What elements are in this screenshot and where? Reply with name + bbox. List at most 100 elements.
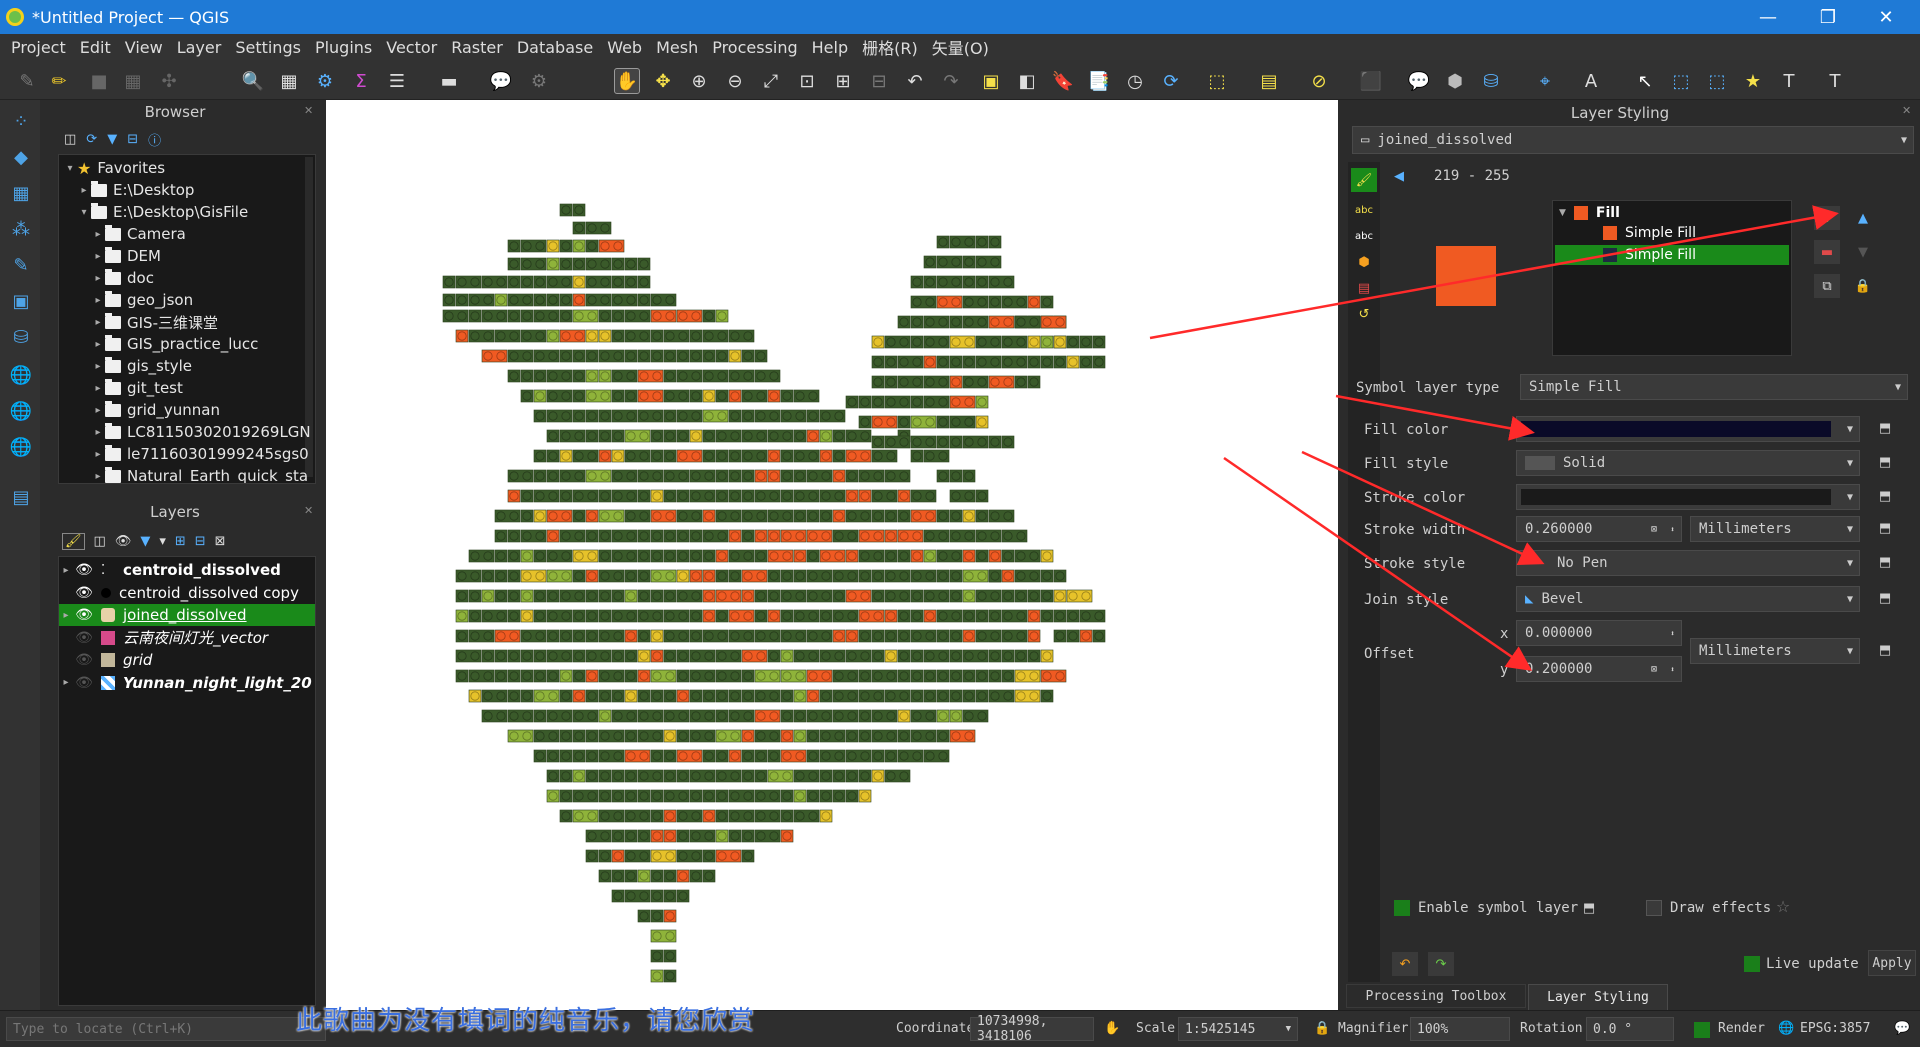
menu-settings[interactable]: Settings [230,38,310,57]
zoom-in-icon[interactable]: ⊕ [686,68,712,94]
layers-tree[interactable]: ▸ 👁 ⁚ centroid_dissolved 👁 centroid_dissolved… [58,556,316,1006]
offset-y-spinbox[interactable]: 0.200000 ⊠ ⬍ [1516,656,1682,682]
collapsed-caret-icon[interactable]: ▸ [91,273,105,284]
stroke-width-spinbox[interactable]: 0.260000 ⊠ ⬍ [1516,516,1682,542]
filter-expression-icon[interactable]: ▾ [159,534,166,549]
layer-item[interactable]: ▸ 👁 Yunnan_night_light_20 [59,672,315,694]
remove-symbol-layer-icon[interactable]: ▬ [1814,240,1840,264]
duplicate-symbol-layer-icon[interactable]: ⧉ [1814,274,1840,298]
browser-item[interactable]: ▸ GIS-三维课堂 [91,311,218,333]
browser-item[interactable]: ▾ ★ Favorites [63,157,165,179]
add-symbol-layer-icon[interactable]: ✚ [1814,206,1840,230]
browser-item[interactable]: ▸ grid_yunnan [91,399,220,421]
collapsed-caret-icon[interactable]: ▸ [91,449,105,460]
offset-x-spinbox[interactable]: 0.000000 ⬍ [1516,620,1682,646]
refresh-icon[interactable]: ⟳ [1158,68,1184,94]
clear-value-icon[interactable]: ⊠ [1651,524,1657,535]
collapsed-caret-icon[interactable]: ▸ [59,565,73,576]
browser-item[interactable]: ▸ doc [91,267,154,289]
live-update-checkbox[interactable] [1744,956,1760,972]
text-format-icon[interactable]: T [1822,68,1848,94]
collapsed-caret-icon[interactable]: ▸ [91,427,105,438]
open-styling-panel-icon[interactable]: 🖌 [62,532,85,550]
show-bookmarks-icon[interactable]: 📑 [1086,68,1112,94]
manage-visibility-icon[interactable]: 👁 [115,534,132,549]
symbol-tree-root[interactable]: ▼ Fill [1559,205,1620,221]
visibility-eye-icon[interactable]: 👁 [73,652,95,668]
menu-help[interactable]: Help [807,38,857,57]
menu-vector-cn[interactable]: 矢量(O) [927,35,998,59]
stroke-width-unit-combo[interactable]: Millimeters ▼ [1690,516,1860,542]
coordinate-field[interactable]: 10734998, 3418106 [970,1014,1094,1044]
toggle-editing-icon[interactable]: ✏ [46,68,72,94]
pan-to-selection-icon[interactable]: ✥ [650,68,676,94]
map-canvas[interactable] [326,100,1338,1010]
layer-item[interactable]: ▸ 👁 ⁚ centroid_dissolved [59,559,315,581]
visibility-eye-icon[interactable]: 👁 [73,607,95,623]
digitize-icon[interactable]: ✎ [14,68,40,94]
crs-globe-icon[interactable]: 🌐 [1778,1021,1794,1036]
enable-symbol-layer-checkbox[interactable] [1394,900,1410,916]
settings-gear-icon[interactable]: ⚙ [312,68,338,94]
measure-ruler-icon[interactable]: ▬ [436,68,462,94]
crs-label[interactable]: EPSG:3857 [1800,1021,1870,1036]
layer-select-combo[interactable]: ▭ joined_dissolved ▼ [1352,126,1914,154]
browser-item[interactable]: ▸ le71160301999245sgs0 [91,443,309,465]
symbol-tree-child[interactable]: Simple Fill [1603,225,1696,241]
zoom-full-icon[interactable]: ⤢ [758,68,784,94]
layer-item[interactable]: 👁 centroid_dissolved copy [59,582,315,604]
browser-item[interactable]: ▸ gis_style [91,355,192,377]
browser-item[interactable]: ▸ git_test [91,377,183,399]
magnifier-spinbox[interactable]: 100% [1410,1017,1510,1041]
fill-color-button[interactable]: ▼ [1516,416,1860,442]
collapsed-caret-icon[interactable]: ▸ [59,677,73,688]
add-feature-icon[interactable]: ▦ [120,68,146,94]
add-vector-layer-icon[interactable]: ◆ [8,144,34,170]
favorite-star-icon[interactable]: ★ [1740,68,1766,94]
add-mesh-layer-icon[interactable]: ⁂ [8,216,34,242]
menu-processing[interactable]: Processing [707,38,806,57]
history-tab-icon[interactable]: ↺ [1351,302,1377,326]
zoom-next-icon[interactable]: ↷ [938,68,964,94]
join-style-combo[interactable]: ◣ Bevel ▼ [1516,586,1860,612]
mouse-coordinates-icon[interactable]: ✋ [1104,1021,1120,1036]
pan-hand-icon[interactable]: ✋ [614,68,640,94]
data-defined-override-icon[interactable]: ⬒ [1874,552,1896,572]
search-tool-icon[interactable]: ⚙ [526,68,552,94]
menu-plugins[interactable]: Plugins [310,38,381,57]
fill-style-combo[interactable]: Solid ▼ [1516,450,1860,476]
browser-info-icon[interactable]: ⓘ [148,130,161,149]
stroke-color-button[interactable]: ▼ [1516,484,1860,510]
browser-filter-icon[interactable]: ▼ [107,132,117,147]
layer-item[interactable]: 👁 云南夜间灯光_vector [59,627,315,649]
back-arrow-icon[interactable]: ◀ [1388,166,1410,186]
browser-add-icon[interactable]: ◫ [64,132,76,147]
cursor-select-icon[interactable]: ↖ [1632,68,1658,94]
attribute-table-icon[interactable]: ▦ [276,68,302,94]
collapsed-caret-icon[interactable]: ▸ [77,185,91,196]
add-spatialite-icon[interactable]: ▣ [8,288,34,314]
data-defined-override-icon[interactable]: ⬒ [1874,452,1896,472]
add-delimited-text-icon[interactable]: ✎ [8,252,34,278]
zoom-last-icon[interactable]: ↶ [902,68,928,94]
add-postgis-icon[interactable]: ⛁ [8,324,34,350]
labels-tab-icon[interactable]: abc [1351,198,1377,222]
menu-web[interactable]: Web [602,38,651,57]
move-down-icon[interactable]: ▼ [1850,240,1876,264]
plugin-icon[interactable]: ⬢ [1442,68,1468,94]
effects-star-icon[interactable]: ☆ [1772,896,1794,916]
symbol-layer-type-combo[interactable]: Simple Fill ▼ [1520,374,1908,400]
expanded-caret-icon[interactable]: ▾ [63,163,77,174]
symbology-tab-icon[interactable]: 🖌 [1351,168,1377,192]
add-raster-layer-icon[interactable]: ▦ [8,180,34,206]
layer-item[interactable]: ▸ 👁 joined_dissolved [59,604,315,626]
zoom-layer-icon[interactable]: ⊞ [830,68,856,94]
collapsed-caret-icon[interactable]: ▸ [59,610,73,621]
spin-arrows-icon[interactable]: ⬍ [1670,629,1675,638]
menu-project[interactable]: Project [6,38,75,57]
map-tips-icon[interactable]: 💬 [488,68,514,94]
zoom-selection-icon[interactable]: ⊡ [794,68,820,94]
menu-mesh[interactable]: Mesh [651,38,707,57]
database-icon[interactable]: ⛁ [1478,68,1504,94]
collapsed-caret-icon[interactable]: ▸ [91,361,105,372]
